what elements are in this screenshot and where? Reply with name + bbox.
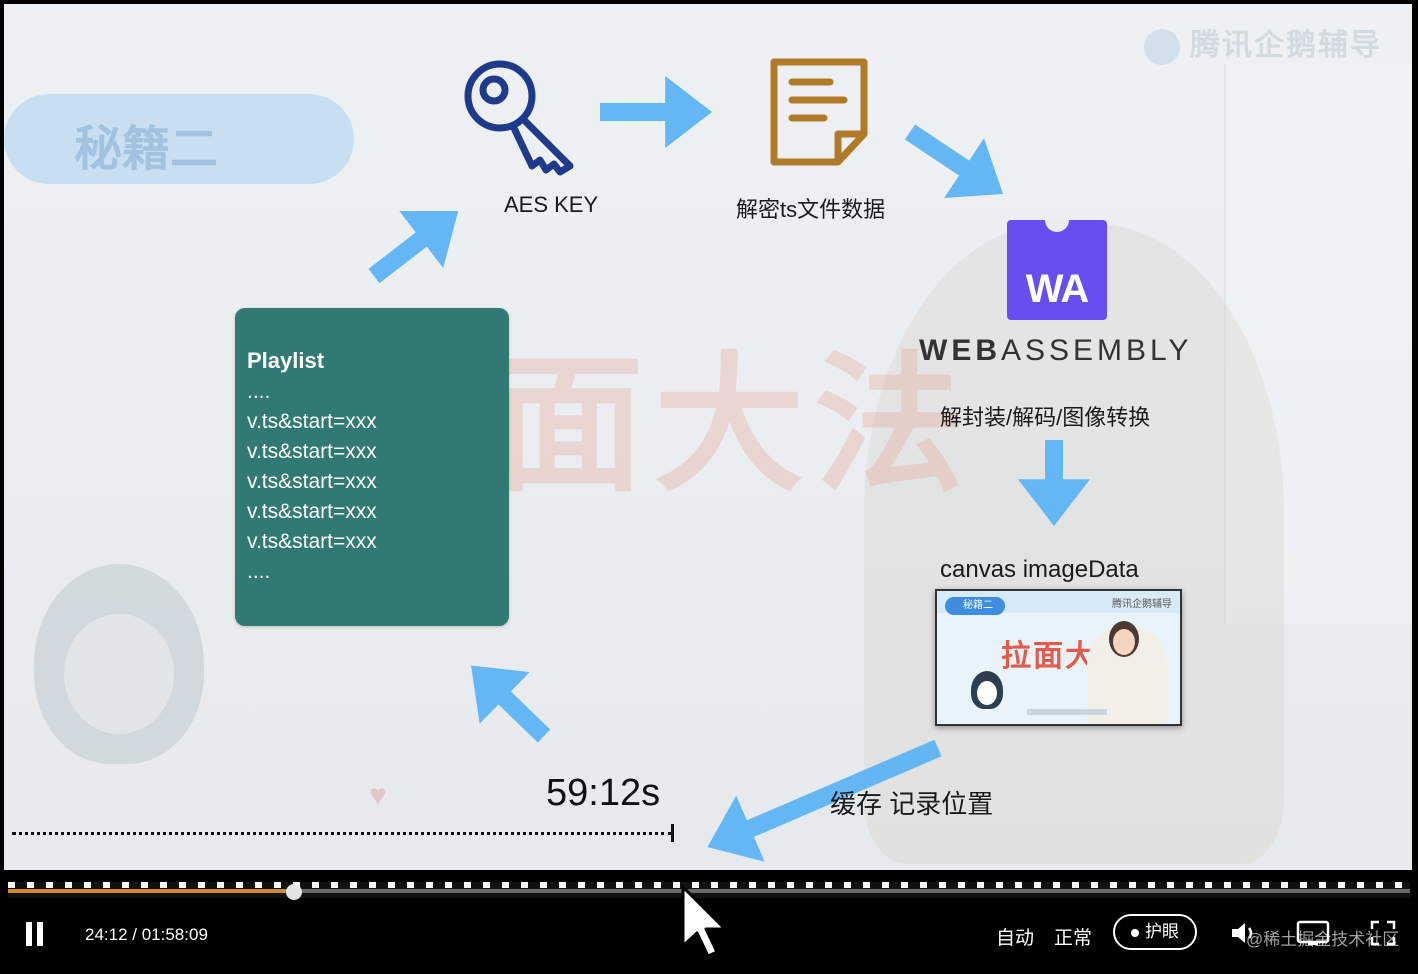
mouse-cursor-icon <box>681 885 727 958</box>
picture-in-picture-icon[interactable] <box>1296 920 1330 946</box>
timeline-marker-cap <box>671 824 674 842</box>
speed-button[interactable]: 正常 <box>1054 923 1092 950</box>
video-frame[interactable]: 腾讯企鹅辅导 秘籍二 面大法 ♥ AES KEY 解密ts文件数据 WA WEB… <box>4 4 1412 870</box>
arrow-playlist-to-key <box>368 76 1090 862</box>
eye-dot-icon <box>1131 928 1139 937</box>
pause-icon <box>26 922 32 946</box>
seek-progress <box>8 889 294 893</box>
arrow-timeline-playlist <box>471 665 551 743</box>
pause-button[interactable] <box>24 922 44 946</box>
cache-label: 缓存 记录位置 <box>830 789 994 819</box>
arrow-playlist-key <box>368 211 459 284</box>
duration: 01:58:09 <box>141 925 208 944</box>
quality-button[interactable]: 自动 <box>996 923 1034 950</box>
time-marker-label: 59:12s <box>546 772 661 814</box>
eye-protect-button[interactable]: 护眼 <box>1113 914 1197 950</box>
arrow-document-wasm <box>905 124 1003 198</box>
seek-handle[interactable] <box>286 884 302 900</box>
timeline-dotted-line <box>12 832 672 835</box>
time-display: 24:12 / 01:58:09 <box>85 925 208 944</box>
video-player[interactable]: 腾讯企鹅辅导 秘籍二 面大法 ♥ AES KEY 解密ts文件数据 WA WEB… <box>0 0 1418 974</box>
current-time: 24:12 <box>85 925 128 944</box>
fullscreen-icon[interactable] <box>1370 920 1396 946</box>
